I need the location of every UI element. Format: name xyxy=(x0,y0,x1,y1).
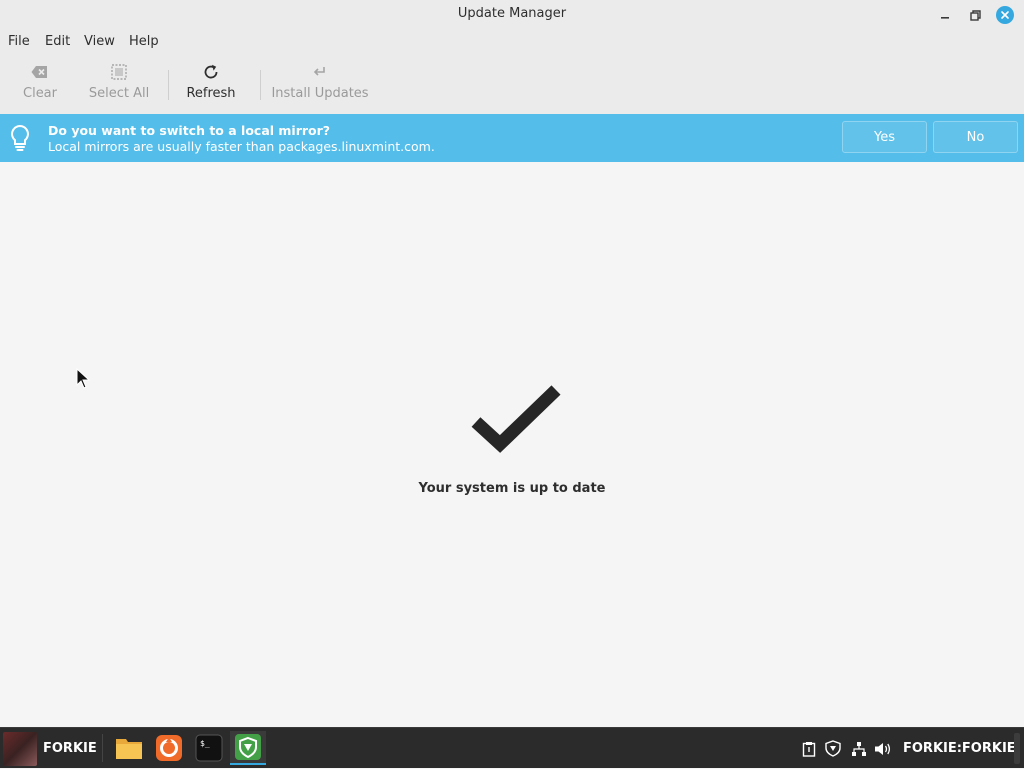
refresh-label: Refresh xyxy=(186,86,236,101)
refresh-button[interactable]: Refresh xyxy=(185,62,237,108)
maximize-button[interactable] xyxy=(965,5,985,25)
window-title: Update Manager xyxy=(457,6,567,21)
user-indicator[interactable]: FORKIE:FORKIE xyxy=(903,741,1016,756)
install-icon xyxy=(310,62,330,82)
close-icon xyxy=(996,6,1014,24)
taskbar: FORKIE $_ FORKIE:FORKIE xyxy=(0,727,1024,768)
restore-icon xyxy=(969,9,981,21)
toolbar-separator xyxy=(260,70,261,100)
menu-help[interactable]: Help xyxy=(129,34,159,49)
lightbulb-icon xyxy=(11,124,29,151)
menu-avatar xyxy=(3,731,37,766)
network-icon xyxy=(852,741,866,756)
start-menu-label: FORKIE xyxy=(43,741,97,756)
minimize-button[interactable] xyxy=(935,5,955,25)
infobar-title: Do you want to switch to a local mirror? xyxy=(48,123,331,138)
close-button[interactable] xyxy=(995,5,1015,25)
clipboard-icon xyxy=(802,741,816,757)
volume-tray-button[interactable] xyxy=(874,740,892,758)
firefox-launcher[interactable] xyxy=(151,731,187,765)
start-menu-button[interactable]: FORKIE xyxy=(0,728,97,769)
menu-view[interactable]: View xyxy=(84,34,115,49)
terminal-launcher[interactable]: $_ xyxy=(191,731,227,765)
title-bar[interactable]: Update Manager xyxy=(0,0,1024,30)
minimize-icon xyxy=(941,17,949,19)
files-launcher[interactable] xyxy=(111,731,147,765)
toolbar-separator xyxy=(168,70,169,100)
refresh-icon xyxy=(201,62,221,82)
svg-text:$_: $_ xyxy=(200,739,210,748)
clear-label: Clear xyxy=(23,86,57,101)
main-content: Your system is up to date xyxy=(0,162,1024,727)
yes-button[interactable]: Yes xyxy=(842,121,927,153)
shield-icon xyxy=(825,740,841,757)
no-button[interactable]: No xyxy=(933,121,1018,153)
install-updates-label: Install Updates xyxy=(271,86,369,101)
select-all-label: Select All xyxy=(88,86,150,101)
mouse-pointer-icon xyxy=(76,368,91,389)
firefox-icon xyxy=(156,735,182,761)
system-tray xyxy=(800,728,892,769)
infobar-subtitle: Local mirrors are usually faster than pa… xyxy=(48,139,435,154)
network-tray-button[interactable] xyxy=(850,740,868,758)
clear-button[interactable]: Clear xyxy=(22,62,58,108)
terminal-icon: $_ xyxy=(195,734,223,762)
clear-icon xyxy=(30,62,50,82)
toolbar: Clear Select All Refresh Install Updates xyxy=(0,54,1024,115)
update-manager-icon xyxy=(235,734,261,760)
mirror-infobar: Do you want to switch to a local mirror?… xyxy=(0,114,1024,162)
status-message: Your system is up to date xyxy=(418,481,606,496)
shield-tray-button[interactable] xyxy=(824,740,842,758)
menu-file[interactable]: File xyxy=(8,34,30,49)
show-desktop-button[interactable] xyxy=(1014,733,1020,764)
checkmark-icon xyxy=(471,385,561,453)
select-all-icon xyxy=(109,62,129,82)
install-updates-button[interactable]: Install Updates xyxy=(271,62,369,108)
clipboard-tray-button[interactable] xyxy=(800,740,818,758)
files-icon xyxy=(116,739,142,759)
menu-edit[interactable]: Edit xyxy=(45,34,70,49)
select-all-button[interactable]: Select All xyxy=(89,62,149,108)
volume-icon xyxy=(875,742,891,755)
update-manager-task[interactable] xyxy=(230,731,266,765)
menu-bar: File Edit View Help xyxy=(0,30,1024,54)
update-manager-window: Update Manager File Edit View Help Clear xyxy=(0,0,1024,727)
taskbar-separator xyxy=(102,734,103,762)
